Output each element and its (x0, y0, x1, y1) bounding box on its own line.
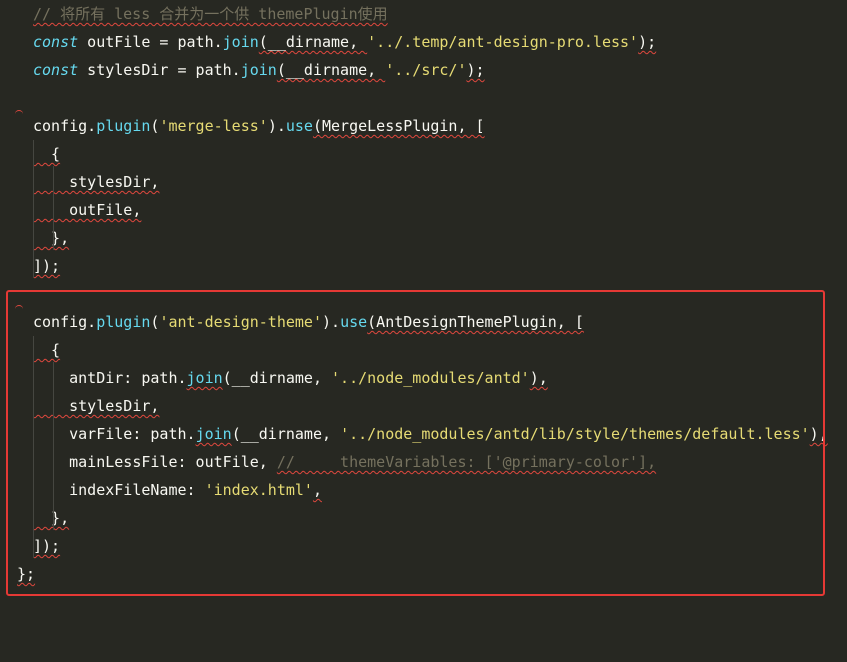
code-token: stylesDir = path. (78, 61, 241, 79)
code-token: outFile = path. (78, 33, 223, 51)
code-token: use (285, 117, 313, 135)
code-token: { (33, 145, 61, 163)
code-token: stylesDir, (33, 173, 160, 191)
code-token: ); (638, 33, 657, 51)
code-token: '../src/' (385, 61, 467, 79)
code-line[interactable]: config.plugin('merge-less').use(MergeLes… (33, 112, 485, 140)
code-token: join (240, 61, 277, 79)
code-token: ]); (33, 257, 61, 275)
code-line[interactable]: const outFile = path.join(__dirname, '..… (33, 28, 656, 56)
code-line[interactable]: { (33, 140, 60, 168)
code-token: // 将所有 less 合并为一个供 themePlugin使用 (33, 5, 388, 23)
lint-marker (15, 110, 23, 115)
code-token: (MergeLessPlugin, [ (312, 117, 485, 135)
code-editor[interactable]: // 将所有 less 合并为一个供 themePlugin使用 const ou… (0, 0, 847, 662)
code-token: ); (466, 61, 485, 79)
code-line[interactable]: const stylesDir = path.join(__dirname, '… (33, 56, 485, 84)
code-token: config. (33, 117, 97, 135)
lint-marker (15, 305, 23, 310)
code-token: outFile, (33, 201, 142, 219)
code-line[interactable]: stylesDir, (33, 168, 159, 196)
code-token: (__dirname, (258, 33, 368, 51)
code-line[interactable]: ]); (33, 252, 60, 280)
code-line[interactable]: outFile, (33, 196, 141, 224)
code-line[interactable]: }, (33, 224, 69, 252)
code-token: 'merge-less' (159, 117, 268, 135)
indent-guide (53, 166, 54, 250)
code-token: const (33, 61, 79, 79)
code-token: ). (267, 117, 286, 135)
code-token: const (33, 33, 79, 51)
highlight-box (6, 290, 825, 596)
code-line[interactable]: // 将所有 less 合并为一个供 themePlugin使用 (33, 0, 388, 28)
code-token: join (222, 33, 259, 51)
code-token: }, (33, 229, 70, 247)
indent-guide (53, 362, 54, 530)
code-token: (__dirname, (276, 61, 386, 79)
code-token: plugin (96, 117, 151, 135)
code-token: '../.temp/ant-design-pro.less' (367, 33, 639, 51)
indent-guide (33, 336, 34, 558)
indent-guide (33, 140, 34, 278)
